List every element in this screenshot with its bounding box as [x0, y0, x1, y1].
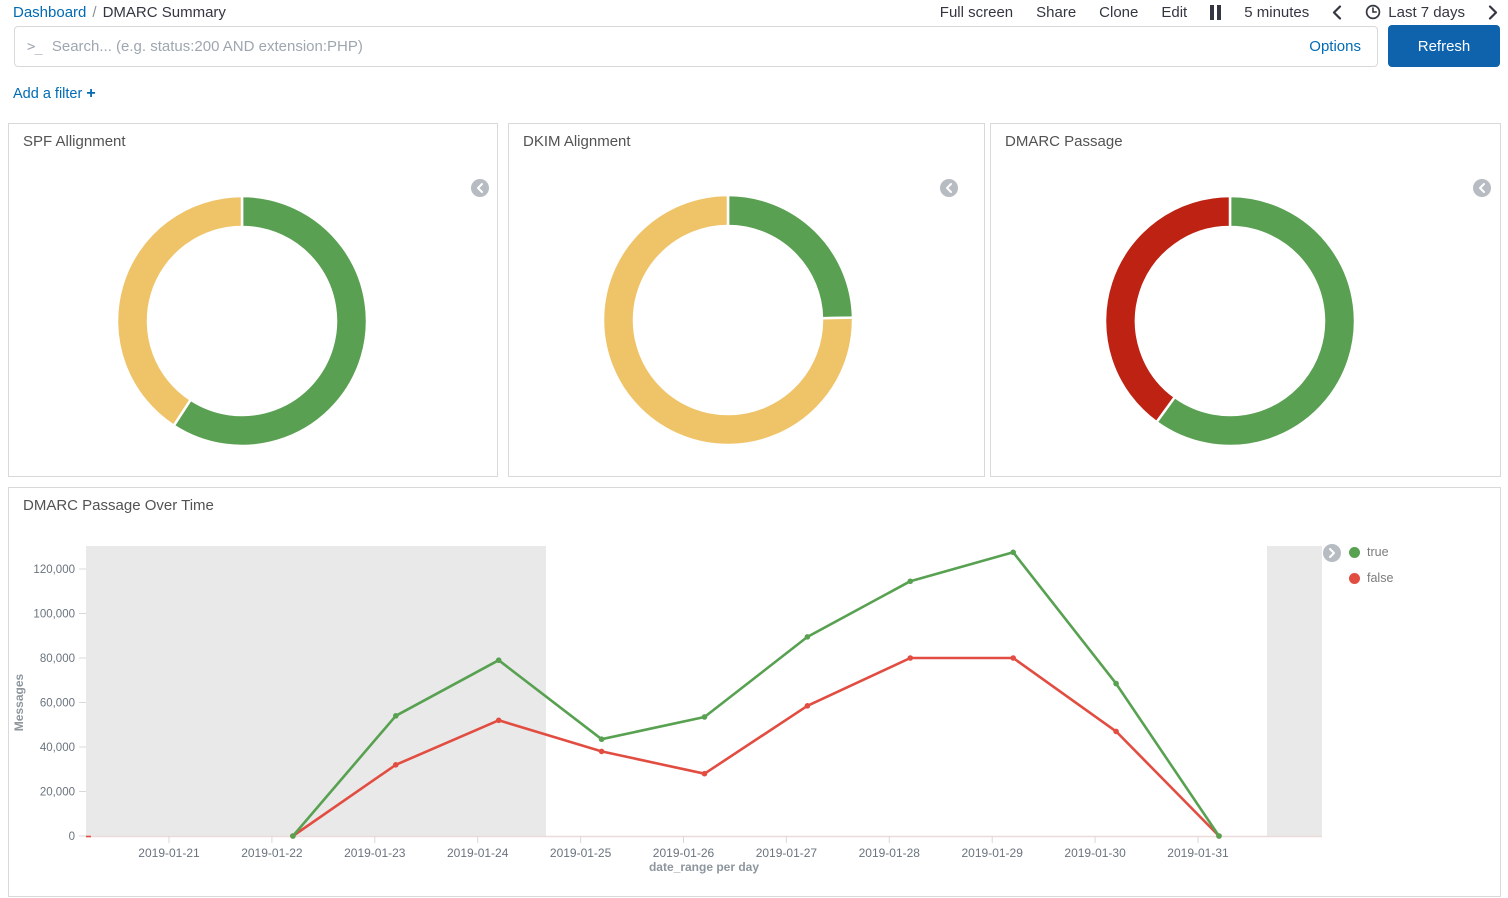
svg-text:2019-01-21: 2019-01-21: [138, 846, 200, 860]
chevron-left-icon: [1332, 5, 1342, 20]
panel-title: DKIM Alignment: [523, 133, 631, 150]
panel-spf-alignment: SPF Allignment: [8, 123, 498, 477]
panel-title: SPF Allignment: [23, 133, 126, 150]
pause-icon: [1210, 5, 1221, 20]
circle-chevron-left-icon[interactable]: [1473, 179, 1491, 197]
svg-text:2019-01-26: 2019-01-26: [653, 846, 715, 860]
svg-text:2019-01-25: 2019-01-25: [550, 846, 612, 860]
clone-button[interactable]: Clone: [1099, 4, 1138, 21]
dmarc-over-time-line-chart[interactable]: 2019-01-21 2019-01-22 2019-01-23 2019-01-24…: [9, 488, 1500, 896]
svg-text:0: 0: [69, 831, 75, 843]
add-filter-link[interactable]: Add a filter+: [13, 85, 96, 103]
breadcrumb-dashboard-link[interactable]: Dashboard: [13, 4, 86, 21]
legend-item-false[interactable]: false: [1349, 569, 1393, 587]
time-forward-button[interactable]: [1488, 5, 1498, 20]
panel-dkim-alignment: DKIM Alignment: [508, 123, 985, 477]
svg-text:date_range per day: date_range per day: [649, 860, 759, 874]
svg-text:2019-01-31: 2019-01-31: [1167, 846, 1229, 860]
time-back-button[interactable]: [1332, 5, 1342, 20]
svg-text:2019-01-30: 2019-01-30: [1064, 846, 1126, 860]
circle-chevron-left-icon[interactable]: [940, 179, 958, 197]
top-menu: Full screen Share Clone Edit 5 minutes L…: [940, 0, 1498, 24]
chevron-right-icon: [1488, 5, 1498, 20]
dkim-donut-chart[interactable]: [598, 190, 858, 450]
legend-dot: [1349, 573, 1360, 584]
svg-text:2019-01-22: 2019-01-22: [241, 846, 303, 860]
clock-icon: [1365, 4, 1381, 20]
dashboard-app: Dashboard/DMARC Summary Full screen Shar…: [0, 0, 1508, 898]
legend-dot: [1349, 547, 1360, 558]
svg-text:2019-01-28: 2019-01-28: [859, 846, 921, 860]
chart-legend: true false: [1349, 543, 1393, 595]
page-title: DMARC Summary: [103, 4, 226, 21]
refresh-interval-button[interactable]: 5 minutes: [1244, 4, 1309, 21]
svg-text:2019-01-24: 2019-01-24: [447, 846, 509, 860]
svg-text:80,000: 80,000: [40, 653, 75, 665]
svg-text:2019-01-23: 2019-01-23: [344, 846, 406, 860]
panel-title: DMARC Passage: [1005, 133, 1123, 150]
svg-text:20,000: 20,000: [40, 787, 75, 799]
legend-label: false: [1367, 571, 1393, 585]
pause-refresh-button[interactable]: [1210, 5, 1221, 20]
svg-text:100,000: 100,000: [33, 609, 75, 621]
search-input[interactable]: [52, 38, 1309, 55]
breadcrumb-separator: /: [86, 4, 102, 21]
svg-text:120,000: 120,000: [33, 564, 75, 576]
circle-chevron-left-icon[interactable]: [471, 179, 489, 197]
panel-dmarc-passage-over-time: DMARC Passage Over Time 2019-01-212019-0…: [8, 487, 1501, 897]
dmarc-donut-chart[interactable]: [1100, 191, 1360, 451]
circle-chevron-right-icon[interactable]: [1323, 544, 1341, 562]
breadcrumb: Dashboard/DMARC Summary: [13, 4, 226, 21]
panel-dmarc-passage: DMARC Passage: [990, 123, 1501, 477]
edit-button[interactable]: Edit: [1161, 4, 1187, 21]
plus-icon: +: [86, 85, 95, 102]
svg-text:2019-01-27: 2019-01-27: [756, 846, 818, 860]
svg-text:40,000: 40,000: [40, 742, 75, 754]
terminal-prompt-icon: >_: [27, 39, 42, 55]
share-button[interactable]: Share: [1036, 4, 1076, 21]
search-bar: >_ Options: [14, 26, 1378, 67]
search-options-link[interactable]: Options: [1309, 38, 1361, 55]
spf-donut-chart[interactable]: [112, 191, 372, 451]
refresh-button[interactable]: Refresh: [1388, 25, 1500, 67]
svg-text:Messages: Messages: [12, 673, 26, 731]
legend-item-true[interactable]: true: [1349, 543, 1393, 561]
fullscreen-button[interactable]: Full screen: [940, 4, 1013, 21]
svg-text:2019-01-29: 2019-01-29: [962, 846, 1024, 860]
time-range-button[interactable]: Last 7 days: [1365, 4, 1465, 21]
svg-text:60,000: 60,000: [40, 698, 75, 710]
legend-label: true: [1367, 545, 1389, 559]
